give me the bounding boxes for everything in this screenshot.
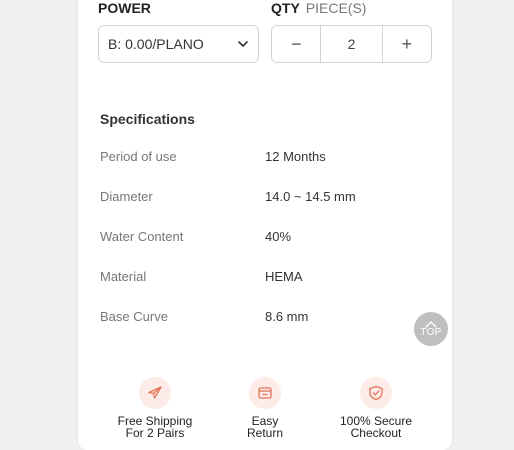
power-selected-value: B: 0.00/PLANO: [108, 36, 204, 52]
feature-secure-checkout: 100% Secure Checkout: [321, 377, 431, 439]
qty-decrease-button[interactable]: −: [272, 26, 320, 62]
spec-value: 40%: [265, 229, 292, 244]
spec-value: 8.6 mm: [265, 309, 309, 324]
quantity-stepper: − 2 +: [271, 25, 432, 63]
spec-row: Diameter 14.0 ~ 14.5 mm: [100, 189, 420, 209]
qty-label: QTY PIECE(S): [271, 0, 366, 16]
spec-key: Material: [100, 269, 147, 284]
feature-line2: For 2 Pairs: [125, 426, 185, 440]
spec-key: Base Curve: [100, 309, 168, 324]
qty-increase-button[interactable]: +: [383, 26, 431, 62]
spec-key: Diameter: [100, 189, 153, 204]
return-box-icon: [249, 377, 281, 409]
spec-row: Water Content 40%: [100, 229, 420, 249]
back-to-top-button[interactable]: TOP: [414, 312, 448, 346]
spec-row: Base Curve 8.6 mm: [100, 309, 420, 329]
qty-label-text: QTY: [271, 0, 300, 16]
feature-easy-return: Easy Return: [210, 377, 320, 439]
spec-row: Material HEMA: [100, 269, 420, 289]
power-label: POWER: [98, 0, 151, 16]
feature-free-shipping: Free Shipping For 2 Pairs: [100, 377, 210, 439]
shield-check-icon: [360, 377, 392, 409]
qty-unit: PIECE(S): [305, 0, 367, 16]
qty-value[interactable]: 2: [320, 26, 383, 62]
spec-key: Period of use: [100, 149, 177, 164]
chevron-down-icon: [238, 41, 248, 47]
spec-key: Water Content: [100, 229, 184, 244]
plane-icon: [139, 377, 171, 409]
feature-line2: Checkout: [350, 426, 402, 440]
feature-line2: Return: [246, 426, 284, 440]
spec-value: HEMA: [265, 269, 303, 284]
back-to-top-label: TOP: [420, 326, 442, 338]
spec-row: Period of use 12 Months: [100, 149, 420, 169]
spec-value: 14.0 ~ 14.5 mm: [265, 189, 356, 204]
spec-value: 12 Months: [265, 149, 326, 164]
specifications-title: Specifications: [100, 111, 195, 127]
power-select[interactable]: B: 0.00/PLANO: [98, 25, 259, 63]
